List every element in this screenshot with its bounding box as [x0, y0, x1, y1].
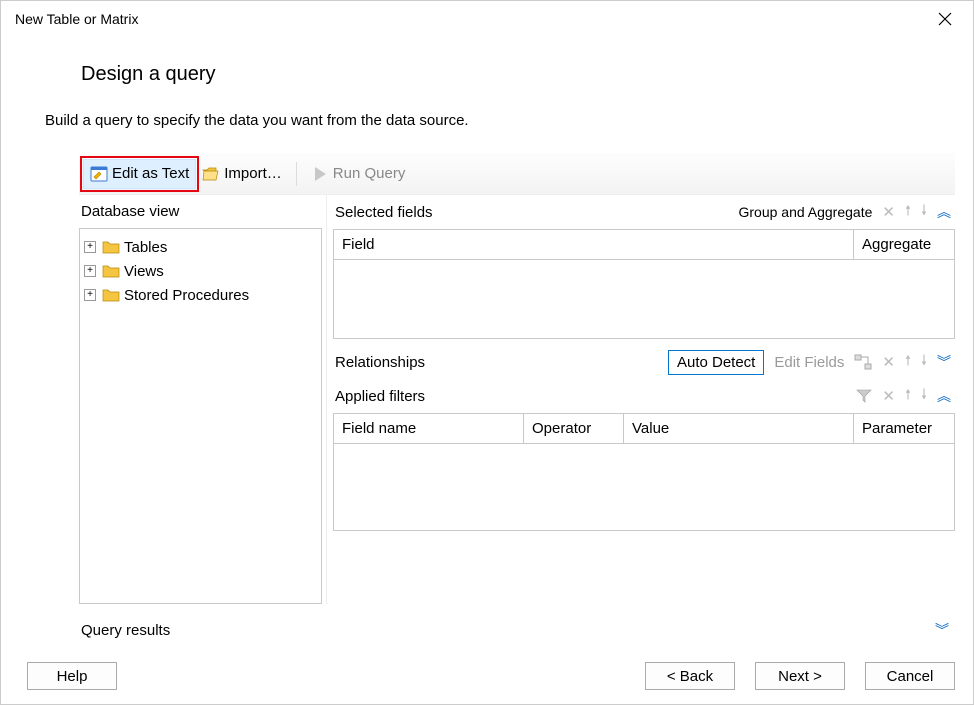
relationships-header: Relationships Auto Detect Edit Fields ✕ …	[333, 345, 955, 379]
folder-open-icon	[202, 165, 220, 183]
panes: Database view + Tables + Views	[79, 195, 955, 604]
run-query-button[interactable]: Run Query	[305, 159, 412, 189]
page-subtext: Build a query to specify the data you wa…	[45, 112, 955, 129]
titlebar: New Table or Matrix	[1, 1, 973, 37]
toolbar-separator	[296, 162, 297, 186]
delete-icon[interactable]: ✕	[882, 203, 895, 221]
import-button[interactable]: Import…	[196, 159, 288, 189]
selected-fields-grid-head: Field Aggregate	[334, 230, 954, 260]
col-aggregate[interactable]: Aggregate	[854, 230, 954, 259]
move-up-icon[interactable]: 🠕	[905, 200, 911, 224]
move-up-icon[interactable]: 🠕	[905, 350, 911, 374]
designer-toolbar: Edit as Text Import… Run Query	[79, 153, 955, 195]
relationships-title: Relationships	[333, 354, 425, 371]
edit-as-text-icon	[90, 165, 108, 183]
expand-icon[interactable]: +	[84, 241, 96, 253]
filter-icon[interactable]	[856, 388, 872, 404]
col-field-name[interactable]: Field name	[334, 414, 524, 443]
database-view-pane: Database view + Tables + Views	[79, 195, 327, 604]
selected-fields-header: Selected fields Group and Aggregate ✕ 🠕 …	[333, 195, 955, 229]
close-button[interactable]	[925, 4, 965, 34]
cancel-label: Cancel	[887, 668, 934, 685]
folder-icon	[102, 262, 120, 280]
move-down-icon[interactable]: 🠗	[921, 200, 927, 224]
database-view-title: Database view	[79, 195, 322, 228]
run-query-label: Run Query	[333, 165, 406, 182]
applied-filters-grid-body	[334, 444, 954, 530]
expand-icon[interactable]: ︾	[935, 620, 949, 640]
close-icon	[938, 12, 952, 26]
delete-icon[interactable]: ✕	[882, 387, 895, 405]
folder-icon	[102, 238, 120, 256]
query-designer: Edit as Text Import… Run Query D	[79, 153, 955, 648]
right-pane: Selected fields Group and Aggregate ✕ 🠕 …	[327, 195, 955, 604]
next-label: Next >	[778, 668, 822, 685]
selected-fields-grid[interactable]: Field Aggregate	[333, 229, 955, 339]
play-icon	[311, 165, 329, 183]
edit-fields-button[interactable]: Edit Fields	[774, 354, 844, 371]
folder-icon	[102, 286, 120, 304]
help-button[interactable]: Help	[27, 662, 117, 690]
footer: Help < Back Next > Cancel	[1, 648, 973, 704]
tree-node-label: Tables	[124, 239, 167, 256]
collapse-icon[interactable]: ︽	[937, 202, 951, 222]
move-down-icon[interactable]: 🠗	[921, 384, 927, 408]
group-and-aggregate-button[interactable]: Group and Aggregate	[739, 204, 873, 220]
expand-icon[interactable]: +	[84, 289, 96, 301]
auto-detect-button[interactable]: Auto Detect	[668, 350, 764, 375]
relationship-icon[interactable]	[854, 353, 872, 371]
relationships-tools: Auto Detect Edit Fields ✕ 🠕 🠗 ︾	[668, 350, 955, 375]
applied-filters-group: Applied filters ✕ 🠕 🠗 ︽ Field	[333, 379, 955, 531]
applied-filters-tools: ✕ 🠕 🠗 ︽	[856, 384, 955, 408]
col-parameter[interactable]: Parameter	[854, 414, 954, 443]
edit-as-text-label: Edit as Text	[112, 165, 189, 182]
expand-icon[interactable]: +	[84, 265, 96, 277]
window-title: New Table or Matrix	[15, 11, 138, 27]
database-tree[interactable]: + Tables + Views + Stored Procedu	[79, 228, 322, 604]
delete-icon[interactable]: ✕	[882, 353, 895, 371]
relationships-group: Relationships Auto Detect Edit Fields ✕ …	[333, 345, 955, 379]
query-results-bar[interactable]: Query results ︾	[79, 612, 955, 648]
back-button[interactable]: < Back	[645, 662, 735, 690]
expand-icon[interactable]: ︾	[937, 352, 951, 372]
collapse-icon[interactable]: ︽	[937, 386, 951, 406]
query-results-title: Query results	[81, 622, 170, 639]
page-heading: Design a query	[81, 63, 955, 86]
tree-node-stored-procedures[interactable]: + Stored Procedures	[84, 283, 317, 307]
selected-fields-group: Selected fields Group and Aggregate ✕ 🠕 …	[333, 195, 955, 339]
tree-node-views[interactable]: + Views	[84, 259, 317, 283]
move-up-icon[interactable]: 🠕	[905, 384, 911, 408]
selected-fields-title: Selected fields	[333, 204, 433, 221]
applied-filters-title: Applied filters	[333, 388, 425, 405]
help-label: Help	[57, 668, 88, 685]
dialog-window: New Table or Matrix Design a query Build…	[0, 0, 974, 705]
import-label: Import…	[224, 165, 282, 182]
nav-buttons: < Back Next > Cancel	[645, 662, 955, 690]
next-button[interactable]: Next >	[755, 662, 845, 690]
applied-filters-grid[interactable]: Field name Operator Value Parameter	[333, 413, 955, 531]
selected-fields-grid-body	[334, 260, 954, 338]
move-down-icon[interactable]: 🠗	[921, 350, 927, 374]
col-value[interactable]: Value	[624, 414, 854, 443]
col-field[interactable]: Field	[334, 230, 854, 259]
applied-filters-header: Applied filters ✕ 🠕 🠗 ︽	[333, 379, 955, 413]
tree-node-label: Stored Procedures	[124, 287, 249, 304]
tree-node-label: Views	[124, 263, 164, 280]
cancel-button[interactable]: Cancel	[865, 662, 955, 690]
edit-as-text-button[interactable]: Edit as Text	[83, 159, 196, 189]
selected-fields-tools: Group and Aggregate ✕ 🠕 🠗 ︽	[739, 200, 956, 224]
body: Design a query Build a query to specify …	[1, 37, 973, 648]
tree-node-tables[interactable]: + Tables	[84, 235, 317, 259]
back-label: < Back	[667, 668, 713, 685]
col-operator[interactable]: Operator	[524, 414, 624, 443]
applied-filters-grid-head: Field name Operator Value Parameter	[334, 414, 954, 444]
